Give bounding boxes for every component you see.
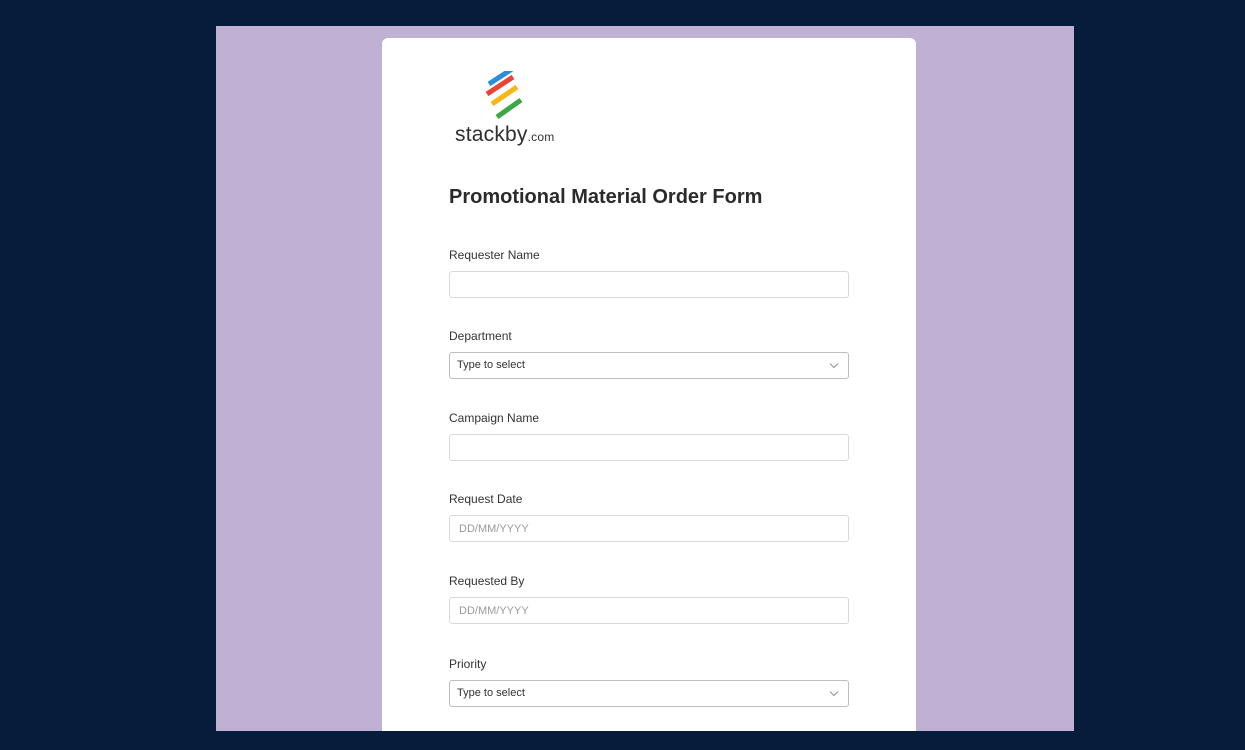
field-priority: Priority Type to select bbox=[449, 656, 849, 707]
stackby-wordmark: stackby.com bbox=[455, 123, 554, 147]
department-select-value: Type to select bbox=[457, 359, 525, 371]
priority-select-value: Type to select bbox=[457, 687, 525, 699]
requested-by-input[interactable] bbox=[449, 597, 849, 624]
requester-name-label: Requester Name bbox=[449, 248, 540, 262]
form-background-panel: stackby.com Promotional Material Order F… bbox=[216, 26, 1074, 731]
priority-label: Priority bbox=[449, 657, 487, 671]
field-department: Department Type to select bbox=[449, 328, 849, 379]
stackby-logo: stackby.com bbox=[455, 71, 565, 151]
form-title: Promotional Material Order Form bbox=[449, 186, 763, 208]
chevron-down-icon bbox=[829, 691, 839, 697]
request-date-label: Request Date bbox=[449, 492, 523, 506]
chevron-down-icon bbox=[829, 363, 839, 369]
department-label: Department bbox=[449, 329, 512, 343]
field-requested-by: Requested By bbox=[449, 573, 849, 624]
field-requester-name: Requester Name bbox=[449, 247, 849, 298]
department-select[interactable]: Type to select bbox=[449, 352, 849, 379]
form-card: stackby.com Promotional Material Order F… bbox=[382, 38, 916, 731]
requested-by-label: Requested By bbox=[449, 574, 525, 588]
request-date-input[interactable] bbox=[449, 515, 849, 542]
campaign-name-input[interactable] bbox=[449, 434, 849, 461]
requester-name-input[interactable] bbox=[449, 271, 849, 298]
campaign-name-label: Campaign Name bbox=[449, 411, 540, 425]
brand-name: stackby bbox=[455, 123, 528, 146]
field-request-date: Request Date bbox=[449, 491, 849, 542]
field-campaign-name: Campaign Name bbox=[449, 410, 849, 461]
brand-domain: .com bbox=[527, 130, 555, 144]
priority-select[interactable]: Type to select bbox=[449, 680, 849, 707]
stackby-logo-mark-icon bbox=[485, 71, 523, 120]
